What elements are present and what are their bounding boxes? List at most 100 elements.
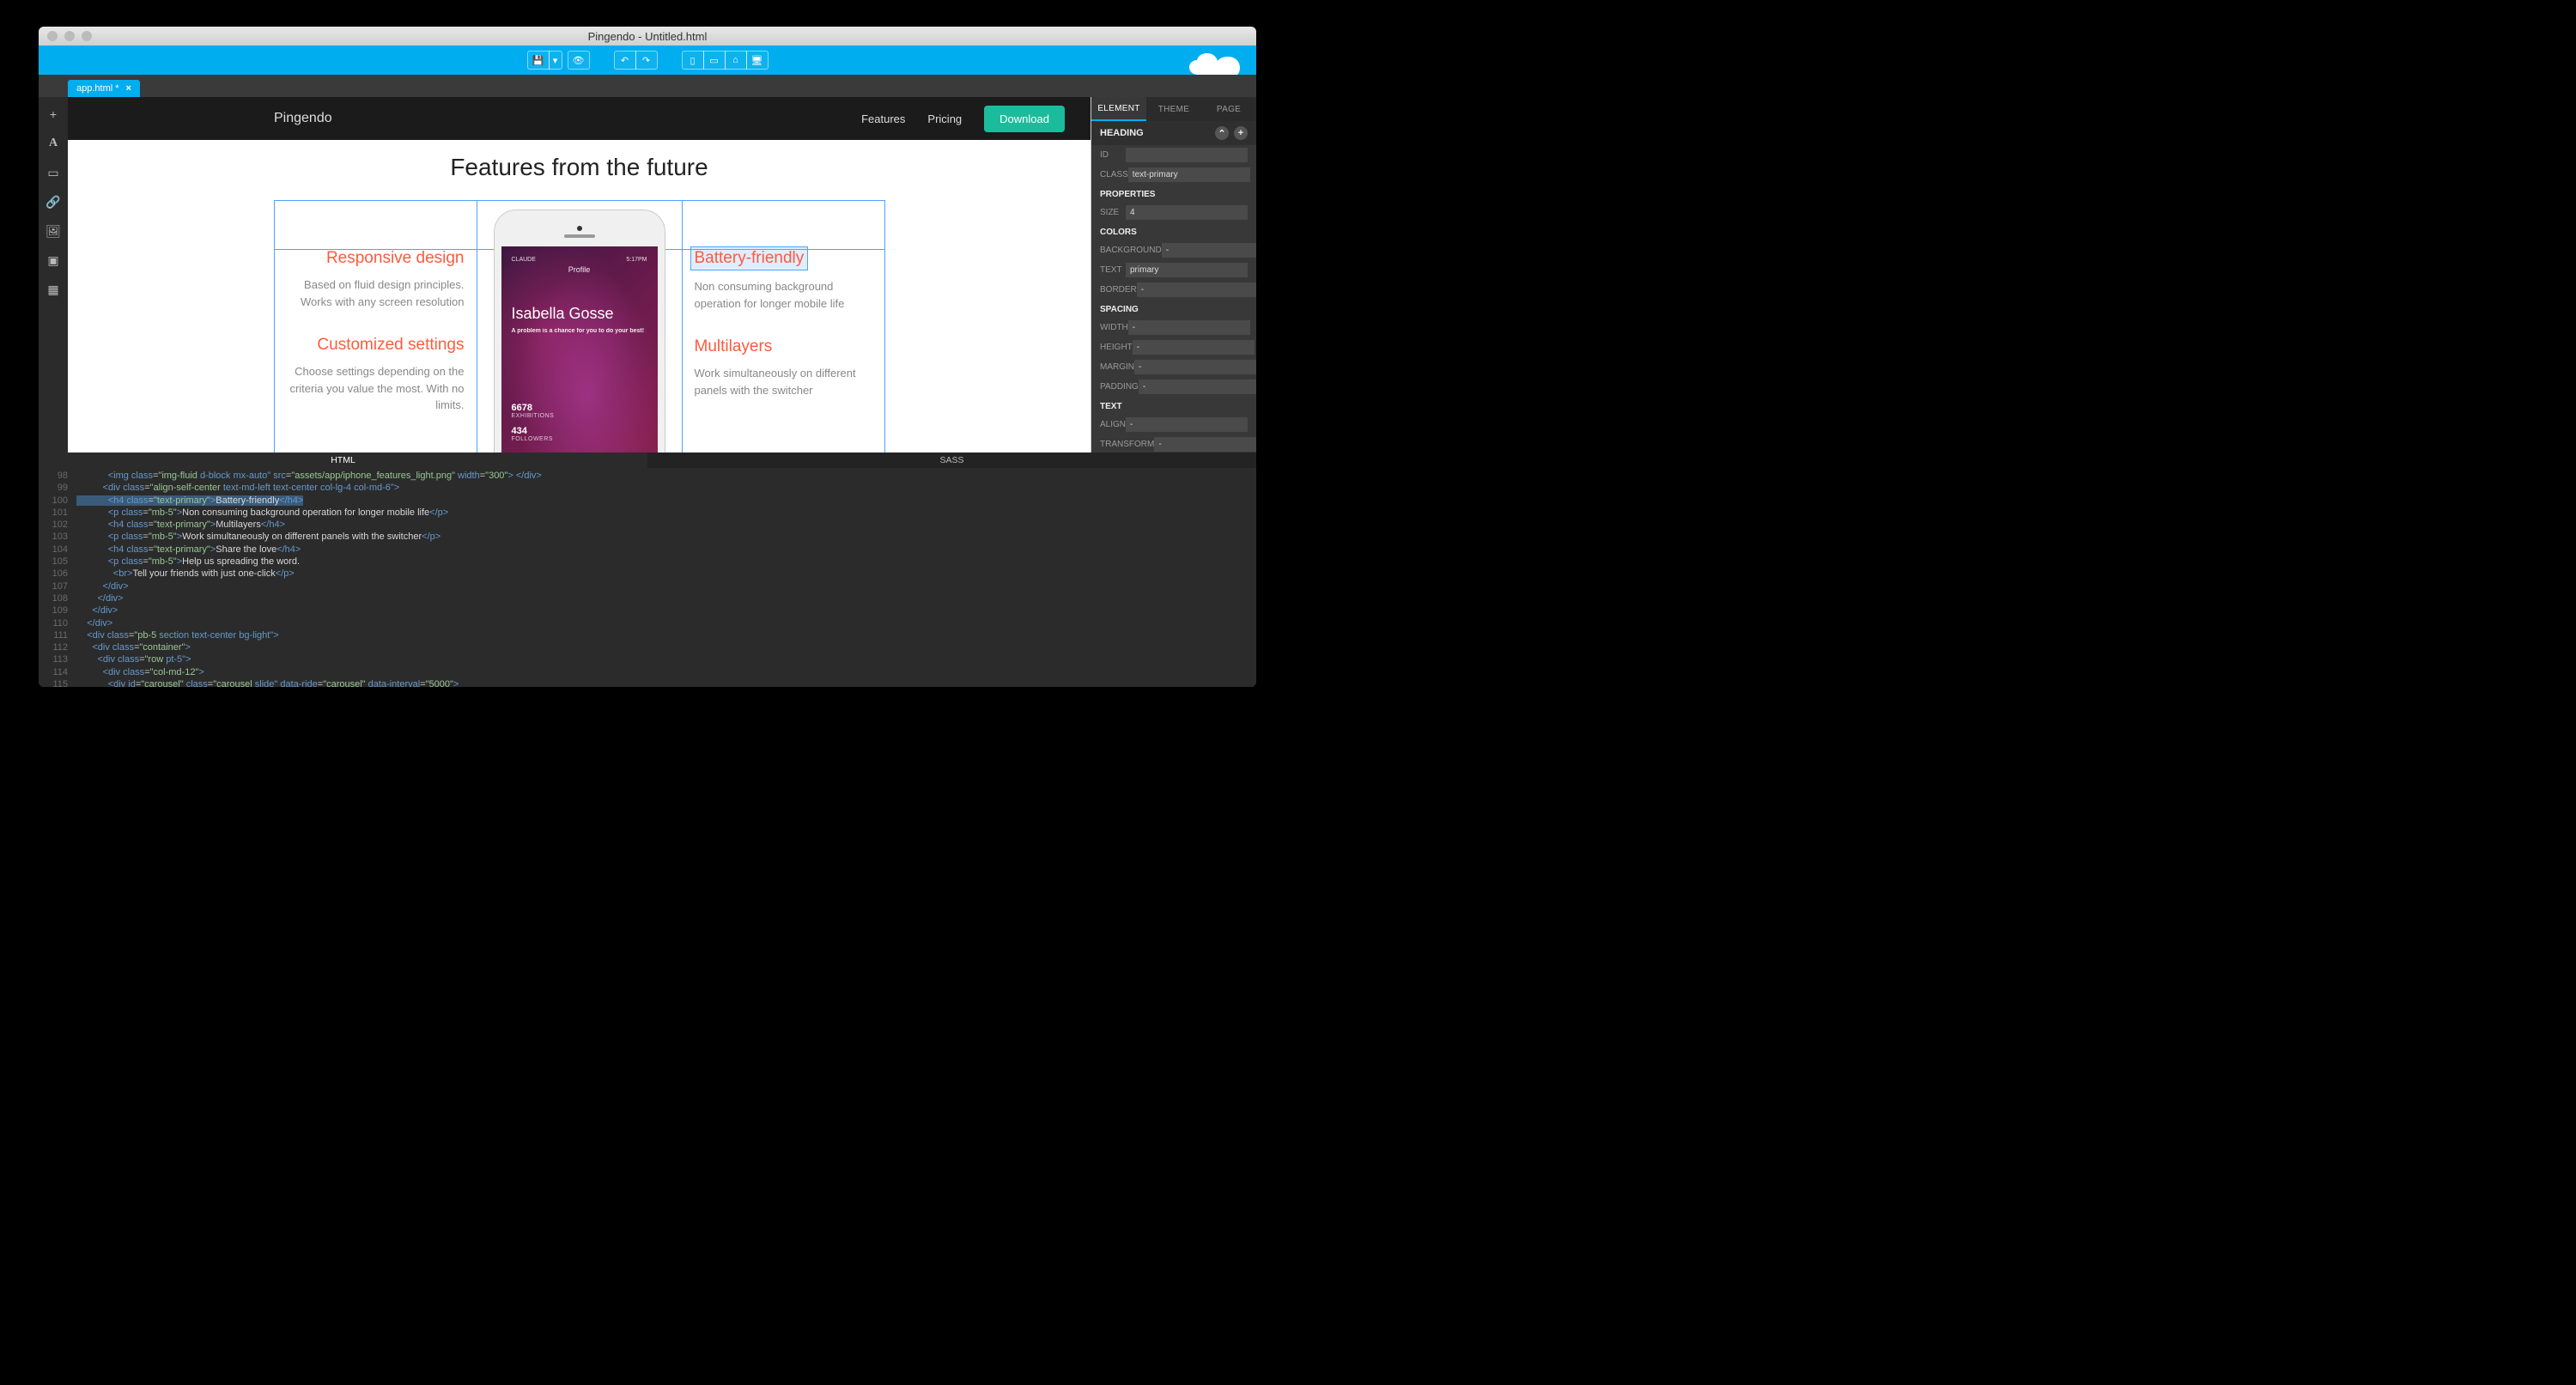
transform-input[interactable] xyxy=(1154,437,1256,452)
phone-stats: 6678EXHIBITIONS 434FOLLOWERS xyxy=(512,403,555,449)
logo-cloud-icon xyxy=(1188,52,1256,75)
padding-label: PADDING xyxy=(1100,382,1139,392)
padding-input[interactable] xyxy=(1139,380,1256,394)
tab-theme[interactable]: THEME xyxy=(1146,97,1201,121)
height-label: HEIGHT xyxy=(1100,343,1133,352)
viewport-desktop-button[interactable]: 🖥 xyxy=(746,51,769,70)
spacing-header: SPACING xyxy=(1091,300,1256,318)
phone-profile-tagline: A problem is a chance for you to do your… xyxy=(512,328,647,334)
window-title: Pingendo - Untitled.html xyxy=(39,30,1256,43)
colors-header: COLORS xyxy=(1091,222,1256,240)
feature-body[interactable]: Work simultaneously on different panels … xyxy=(695,365,872,398)
file-tab-label: app.html * xyxy=(76,83,119,94)
properties-header: PROPERTIES xyxy=(1091,185,1256,203)
middle-area: + A ▭ 🔗 🖼 ▣ ▦ Pingendo Features Pricing … xyxy=(39,97,1256,453)
add-icon[interactable]: + xyxy=(46,107,60,121)
feature-title[interactable]: Customized settings xyxy=(287,336,465,355)
phone-camera-icon xyxy=(577,226,582,231)
feature-body[interactable]: Choose settings depending on the criteri… xyxy=(287,363,465,414)
text-tool-icon[interactable]: A xyxy=(46,137,60,150)
code-lines[interactable]: <img class="img-fluid d-block mx-auto" s… xyxy=(76,470,1256,687)
design-canvas[interactable]: Pingendo Features Pricing Download Featu… xyxy=(68,97,1091,453)
preview-button[interactable]: 👁 xyxy=(568,51,590,70)
nav-link[interactable]: Pricing xyxy=(927,112,962,125)
stat-number: 6678 xyxy=(512,403,555,413)
element-type-label: HEADING xyxy=(1100,128,1144,138)
code-tab-sass[interactable]: SASS xyxy=(647,453,1256,468)
class-label: CLASS xyxy=(1100,170,1128,179)
grid-tool-icon[interactable]: ▦ xyxy=(46,282,60,296)
section-heading[interactable]: Features from the future xyxy=(68,154,1091,181)
left-sidebar: + A ▭ 🔗 🖼 ▣ ▦ xyxy=(39,97,68,453)
close-window-button[interactable] xyxy=(47,31,58,41)
box-tool-icon[interactable]: ▭ xyxy=(46,166,60,179)
undo-button[interactable]: ↶ xyxy=(614,51,636,70)
element-type-header: HEADING ⌃ + xyxy=(1091,121,1256,145)
width-input[interactable] xyxy=(1128,320,1250,335)
minimize-window-button[interactable] xyxy=(64,31,75,41)
stat-label: EXHIBITIONS xyxy=(512,413,555,419)
viewport-laptop-button[interactable]: ⌂ xyxy=(725,51,747,70)
align-input[interactable] xyxy=(1126,417,1248,432)
feature-title-selected[interactable]: Battery-friendly xyxy=(691,247,808,270)
phone-top xyxy=(501,217,658,246)
background-input[interactable] xyxy=(1162,243,1256,258)
bordercolor-label: BORDER xyxy=(1100,285,1137,295)
feature-body[interactable]: Non consuming background operation for l… xyxy=(695,278,872,312)
nav-link[interactable]: Features xyxy=(861,112,905,125)
margin-label: MARGIN xyxy=(1100,362,1134,372)
app-window: Pingendo - Untitled.html 💾 ▾ 👁 ↶ ↷ ▯ ▭ ⌂… xyxy=(39,27,1256,687)
feature-title[interactable]: Multilayers xyxy=(695,337,872,356)
size-label: SIZE xyxy=(1100,208,1126,217)
image-tool-icon[interactable]: 🖼 xyxy=(46,224,60,238)
id-input[interactable] xyxy=(1126,148,1248,162)
phone-carrier: CLAUDE xyxy=(512,257,536,263)
features-grid: Responsive design Based on fluid design … xyxy=(274,200,885,453)
traffic-lights xyxy=(39,31,92,41)
code-tab-html[interactable]: HTML xyxy=(39,453,647,468)
close-tab-icon[interactable]: × xyxy=(126,83,131,94)
link-tool-icon[interactable]: 🔗 xyxy=(46,195,60,209)
background-label: BACKGROUND xyxy=(1100,246,1162,255)
site-navbar: Pingendo Features Pricing Download xyxy=(68,97,1091,140)
feature-body[interactable]: Based on fluid design principles. Works … xyxy=(287,276,465,310)
features-col-right: Battery-friendly Non consuming backgroun… xyxy=(683,201,884,453)
bordercolor-input[interactable] xyxy=(1137,282,1256,297)
textcolor-label: TEXT xyxy=(1100,265,1126,275)
phone-screen: CLAUDE 5:17PM Profile Isabella Gosse A p… xyxy=(501,246,658,453)
viewport-tablet-button[interactable]: ▭ xyxy=(703,51,726,70)
add-section-icon[interactable]: + xyxy=(1234,126,1248,140)
viewport-mobile-button[interactable]: ▯ xyxy=(682,51,704,70)
file-tab[interactable]: app.html * × xyxy=(68,80,140,97)
code-editor-tabs: HTML SASS xyxy=(39,453,1256,468)
width-label: WIDTH xyxy=(1100,323,1128,332)
margin-input[interactable] xyxy=(1134,360,1256,374)
canvas-body: Features from the future Responsive desi… xyxy=(68,140,1091,453)
file-tab-row: app.html * × xyxy=(39,75,1256,97)
textcolor-input[interactable] xyxy=(1126,263,1248,277)
titlebar: Pingendo - Untitled.html xyxy=(39,27,1256,46)
main-toolbar: 💾 ▾ 👁 ↶ ↷ ▯ ▭ ⌂ 🖥 xyxy=(39,46,1256,75)
collapse-icon[interactable]: ⌃ xyxy=(1215,126,1229,140)
site-brand[interactable]: Pingendo xyxy=(94,111,332,126)
size-input[interactable] xyxy=(1126,205,1248,220)
zoom-window-button[interactable] xyxy=(82,31,92,41)
save-button[interactable]: 💾 xyxy=(527,51,550,70)
class-input[interactable] xyxy=(1128,167,1250,182)
height-input[interactable] xyxy=(1133,340,1255,355)
download-button[interactable]: Download xyxy=(984,106,1065,132)
inspector-tabs: ELEMENT THEME PAGE xyxy=(1091,97,1256,121)
phone-speaker-icon xyxy=(564,234,595,238)
component-tool-icon[interactable]: ▣ xyxy=(46,253,60,267)
code-editor: HTML SASS 989910010110210310410510610710… xyxy=(39,453,1256,687)
feature-title[interactable]: Responsive design xyxy=(287,249,465,268)
code-body[interactable]: 9899100101102103104105106107108109110111… xyxy=(39,468,1256,687)
redo-button[interactable]: ↷ xyxy=(635,51,658,70)
features-col-center: CLAUDE 5:17PM Profile Isabella Gosse A p… xyxy=(477,201,683,453)
save-dropdown-button[interactable]: ▾ xyxy=(549,51,562,70)
phone-screen-title: Profile xyxy=(512,265,647,274)
tab-page[interactable]: PAGE xyxy=(1201,97,1256,121)
site-navlinks: Features Pricing Download xyxy=(861,106,1065,132)
tab-element[interactable]: ELEMENT xyxy=(1091,97,1146,121)
line-gutter: 9899100101102103104105106107108109110111… xyxy=(39,470,76,687)
